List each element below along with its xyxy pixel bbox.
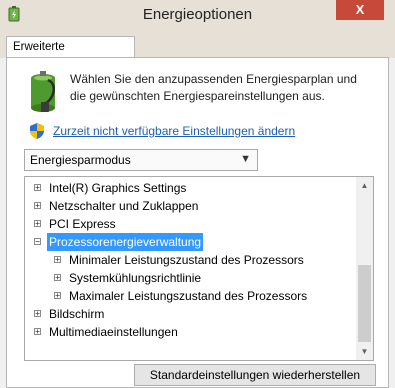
scroll-up-arrow-icon[interactable]: ▲ [356,177,373,194]
power-plan-select-value: Energiesparmodus [30,153,131,167]
change-unavailable-settings-link[interactable]: Zurzeit nicht verfügbare Einstellungen ä… [53,124,295,138]
expand-icon[interactable]: + [34,220,41,228]
tree-item-intel-graphics[interactable]: + Intel(R) Graphics Settings [25,179,355,197]
close-button[interactable]: X [336,0,384,20]
expand-icon[interactable]: + [54,274,61,282]
battery-icon [31,71,56,112]
tree-item-label: Minimaler Leistungszustand des Prozessor… [69,253,304,267]
tree-item-label: PCI Express [49,217,116,231]
tree-item-label: Systemkühlungsrichtlinie [69,271,202,285]
tab-advanced-settings[interactable]: Erweiterte Einstellungen [6,36,135,73]
restore-defaults-button[interactable]: Standardeinstellungen wiederherstellen [134,364,376,386]
tree-item-max-processor-state[interactable]: + Maximaler Leistungszustand des Prozess… [25,287,355,305]
tree-item-power-buttons[interactable]: + Netzschalter und Zuklappen [25,197,355,215]
tree-item-label: Maximaler Leistungszustand des Prozessor… [69,289,308,303]
tree-item-multimedia[interactable]: + Multimediaeinstellungen [25,323,355,341]
tree-item-min-processor-state[interactable]: + Minimaler Leistungszustand des Prozess… [25,251,355,269]
tree-item-cooling-policy[interactable]: + Systemkühlungsrichtlinie [25,269,355,287]
uac-shield-icon [30,123,44,139]
expand-icon[interactable]: + [34,328,41,336]
settings-tree[interactable]: + Intel(R) Graphics Settings + Netzschal… [24,176,374,361]
intro-text: Wählen Sie den anzupassenden Energiespar… [70,72,357,103]
expand-icon[interactable]: + [54,256,61,264]
tree-item-processor-power[interactable]: − Prozessorenergieverwaltung [25,233,355,251]
scrollbar-thumb[interactable] [358,265,371,342]
tree-item-label: Multimediaeinstellungen [49,325,178,339]
chevron-down-icon: ▼ [240,153,251,165]
expand-icon[interactable]: + [34,310,41,318]
expand-icon[interactable]: + [34,202,41,210]
title-bar: Energieoptionen X [0,0,395,30]
tree-item-label: Netzschalter und Zuklappen [49,199,199,213]
vertical-scrollbar[interactable]: ▲ ▼ [356,177,373,360]
expand-icon[interactable]: + [34,184,41,192]
scroll-down-arrow-icon[interactable]: ▼ [356,343,373,360]
tree-item-label: Intel(R) Graphics Settings [49,181,187,195]
tree-item-label: Prozessorenergieverwaltung [47,233,204,251]
tree-item-pci-express[interactable]: + PCI Express [25,215,355,233]
collapse-icon[interactable]: − [34,238,41,246]
tree-item-display[interactable]: + Bildschirm [25,305,355,323]
power-plan-select[interactable]: Energiesparmodus ▼ [24,149,258,171]
expand-icon[interactable]: + [54,292,61,300]
tree-item-label: Bildschirm [49,307,105,321]
